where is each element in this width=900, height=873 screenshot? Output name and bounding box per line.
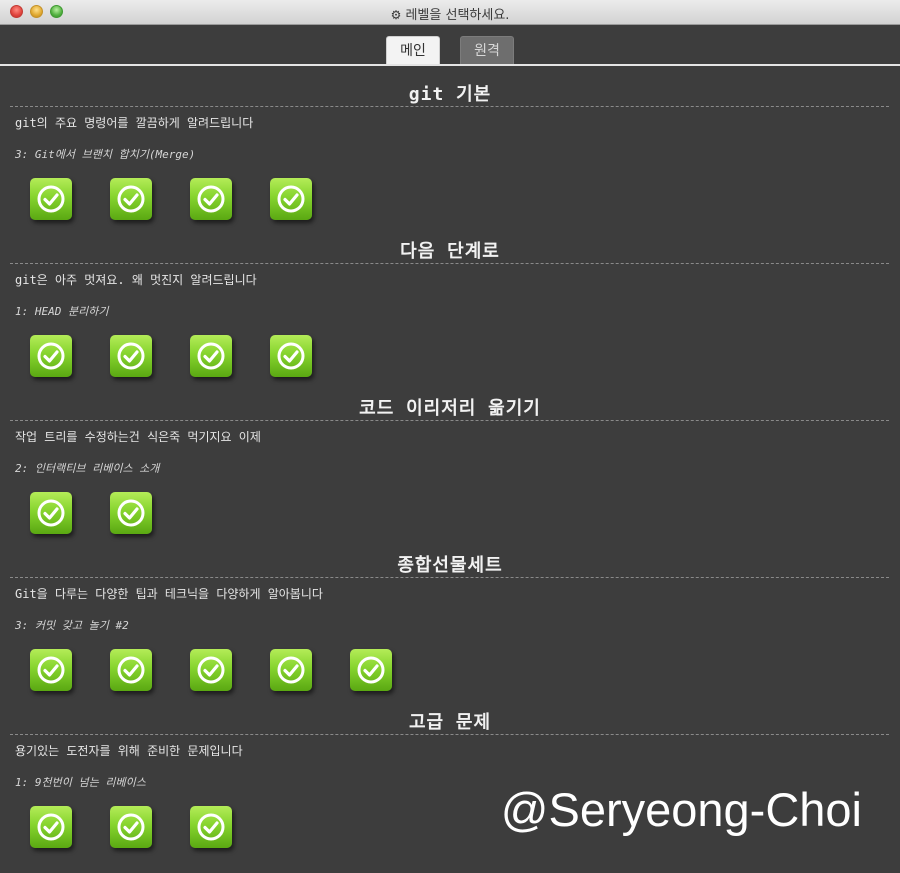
section-title: 다음 단계로 (400, 241, 500, 262)
section-title: 코드 이리저리 옮기기 (359, 398, 541, 419)
level-button[interactable] (30, 178, 72, 220)
level-button[interactable] (110, 335, 152, 377)
section-description: git의 주요 명령어를 깔끔하게 알려드립니다 (15, 116, 254, 130)
section-description: 용기있는 도전자를 위해 준비한 문제입니다 (15, 744, 243, 758)
level-button[interactable] (30, 492, 72, 534)
checkmark-icon (117, 813, 145, 841)
checkmark-icon (37, 499, 65, 527)
section-last-level: 2: 인터랙티브 리베이스 소개 (15, 462, 160, 475)
checkmark-icon (357, 656, 385, 684)
tab-bar: 메인 원격 (0, 25, 900, 65)
checkmark-icon (117, 185, 145, 213)
level-button[interactable] (30, 335, 72, 377)
window-title: ⚙ 레벨을 선택하세요. (0, 4, 900, 23)
checkmark-icon (197, 185, 225, 213)
section-divider (10, 420, 889, 421)
window-title-text: 레벨을 선택하세요. (405, 8, 510, 23)
checkmark-icon (197, 813, 225, 841)
level-button[interactable] (30, 649, 72, 691)
section-divider (10, 106, 889, 107)
level-button[interactable] (110, 806, 152, 848)
checkmark-icon (117, 499, 145, 527)
level-button[interactable] (110, 649, 152, 691)
section-title: 고급 문제 (408, 712, 492, 733)
section-divider (10, 734, 889, 735)
level-button[interactable] (270, 649, 312, 691)
checkmark-icon (277, 342, 305, 370)
checkmark-icon (197, 342, 225, 370)
level-button[interactable] (190, 649, 232, 691)
level-button[interactable] (190, 335, 232, 377)
gear-icon: ⚙ (390, 8, 402, 22)
level-button[interactable] (270, 178, 312, 220)
section-title: git 기본 (408, 84, 492, 105)
level-button[interactable] (30, 806, 72, 848)
checkmark-icon (197, 656, 225, 684)
section-description: Git을 다루는 다양한 팁과 테크닉을 다양하게 알아봅니다 (15, 587, 323, 601)
section-divider (10, 577, 889, 578)
level-button[interactable] (270, 335, 312, 377)
section-last-level: 1: HEAD 분리하기 (15, 305, 109, 318)
checkmark-icon (117, 656, 145, 684)
level-button[interactable] (110, 178, 152, 220)
checkmark-icon (37, 185, 65, 213)
level-button[interactable] (190, 806, 232, 848)
level-button[interactable] (190, 178, 232, 220)
tab-underline (0, 64, 900, 66)
section-last-level: 1: 9천번이 넘는 리베이스 (15, 776, 146, 789)
level-button[interactable] (350, 649, 392, 691)
section-title: 종합선물세트 (397, 555, 503, 576)
tab-remote[interactable]: 원격 (460, 36, 514, 64)
watermark-text: @Seryeong-Choi (500, 783, 862, 836)
section-description: 작업 트리를 수정하는건 식은죽 먹기지요 이제 (15, 430, 261, 444)
section-divider (10, 263, 889, 264)
level-button[interactable] (110, 492, 152, 534)
window-titlebar: ⚙ 레벨을 선택하세요. (0, 0, 900, 25)
checkmark-icon (277, 185, 305, 213)
tab-main[interactable]: 메인 (386, 36, 440, 64)
checkmark-icon (37, 342, 65, 370)
checkmark-icon (117, 342, 145, 370)
section-last-level: 3: 커밋 갖고 놀기 #2 (15, 619, 129, 632)
checkmark-icon (277, 656, 305, 684)
section-last-level: 3: Git에서 브랜치 합치기(Merge) (15, 148, 196, 161)
checkmark-icon (37, 656, 65, 684)
section-description: git은 아주 멋져요. 왜 멋진지 알려드립니다 (15, 273, 257, 287)
checkmark-icon (37, 813, 65, 841)
